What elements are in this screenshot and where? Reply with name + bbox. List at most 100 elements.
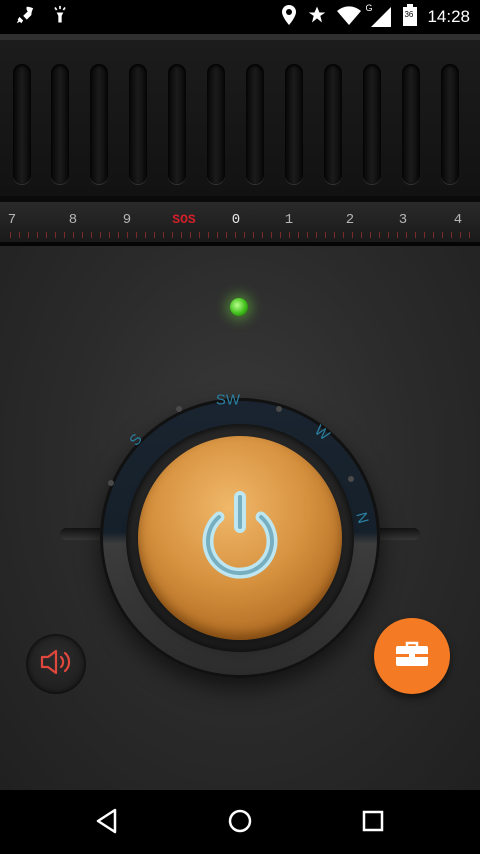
back-button[interactable] [92,808,122,838]
compass-dot [276,406,282,412]
ruler-minor-tick [73,232,74,238]
ruler-minor-tick [19,232,20,238]
ruler-minor-tick [37,232,38,238]
ruler-minor-tick [343,232,344,238]
ruler-label: 7 [7,212,17,228]
grille-slot [441,64,459,184]
ruler-minor-tick [64,232,65,238]
sim-label: 36 [404,10,414,19]
ruler-label: 9 [122,212,132,228]
compass-label-sw: SW [215,391,241,409]
home-icon [227,808,253,838]
ruler-minor-tick [316,232,317,238]
ruler-label-sos: SOS [172,212,196,227]
battery-icon: 36 [403,4,418,30]
ruler-label: 4 [453,212,463,228]
ruler-minor-tick [334,232,335,238]
ruler-minor-tick [262,232,263,238]
ruler-minor-tick [469,232,470,238]
ruler-minor-tick [199,232,200,238]
ruler-minor-tick [136,232,137,238]
ruler-label: 2 [345,212,355,228]
speaker-grille [0,34,480,202]
ruler-minor-tick [433,232,434,238]
ruler-minor-tick [307,232,308,238]
ruler-minor-tick [352,232,353,238]
back-icon [95,808,119,838]
grille-slot [324,64,342,184]
grille-slot [90,64,108,184]
flashlight-icon [50,4,70,30]
strobe-ruler[interactable]: 7 8 9 SOS 0 1 2 3 4 [0,202,480,246]
grille-slot [363,64,381,184]
ruler-minor-tick [46,232,47,238]
ruler-minor-tick [181,232,182,238]
ruler-minor-tick [271,232,272,238]
ruler-label: 1 [284,212,294,228]
grille-slot [129,64,147,184]
ruler-minor-tick [118,232,119,238]
compass-dot [108,480,114,486]
ruler-minor-tick [226,232,227,238]
ruler-minor-tick [415,232,416,238]
navigation-bar [0,790,480,854]
speaker-icon [39,648,73,680]
power-button[interactable] [138,436,342,640]
star-icon [307,5,327,29]
ruler-minor-tick [370,232,371,238]
ruler-minor-tick [253,232,254,238]
ruler-label: 8 [68,212,78,228]
grille-slot [285,64,303,184]
compass-dot [348,476,354,482]
ruler-minor-tick [442,232,443,238]
signal-icon: G [365,3,393,27]
recents-button[interactable] [358,808,388,838]
ruler-minor-tick [235,232,236,238]
ruler-minor-tick [154,232,155,238]
ruler-minor-tick [91,232,92,238]
ruler-minor-tick [28,232,29,238]
ruler-minor-tick [217,232,218,238]
ruler-label: 3 [398,212,408,228]
ruler-minor-tick [325,232,326,238]
rocket-icon [14,4,36,30]
ruler-minor-tick [298,232,299,238]
ruler-minor-tick [289,232,290,238]
ruler-minor-tick [127,232,128,238]
ruler-minor-tick [244,232,245,238]
ruler-minor-tick [145,232,146,238]
grille-slot [13,64,31,184]
ruler-minor-tick [163,232,164,238]
location-icon [281,5,297,29]
ruler-minor-tick [109,232,110,238]
ruler-minor-tick [100,232,101,238]
ruler-minor-tick [388,232,389,238]
sound-button[interactable] [26,634,86,694]
tools-button[interactable] [374,618,450,694]
toolbox-icon [395,640,429,672]
compass-dot [176,406,182,412]
ruler-label: 0 [231,212,241,228]
recents-icon [361,809,385,837]
home-button[interactable] [225,808,255,838]
ruler-minor-tick [10,232,11,238]
ruler-minor-tick [55,232,56,238]
ruler-minor-tick [361,232,362,238]
status-led [230,298,248,316]
ruler-minor-tick [406,232,407,238]
grille-slot [402,64,420,184]
ruler-minor-tick [424,232,425,238]
clock: 14:28 [427,7,470,26]
ruler-minor-tick [379,232,380,238]
ruler-minor-tick [190,232,191,238]
status-bar: G 36 14:28 [0,0,480,34]
ruler-minor-tick [451,232,452,238]
grille-slot [207,64,225,184]
ruler-minor-tick [82,232,83,238]
ruler-minor-tick [280,232,281,238]
wifi-icon [337,5,362,29]
power-icon [185,481,295,595]
ruler-minor-tick [460,232,461,238]
ruler-minor-tick [397,232,398,238]
network-type-label: G [365,3,373,13]
